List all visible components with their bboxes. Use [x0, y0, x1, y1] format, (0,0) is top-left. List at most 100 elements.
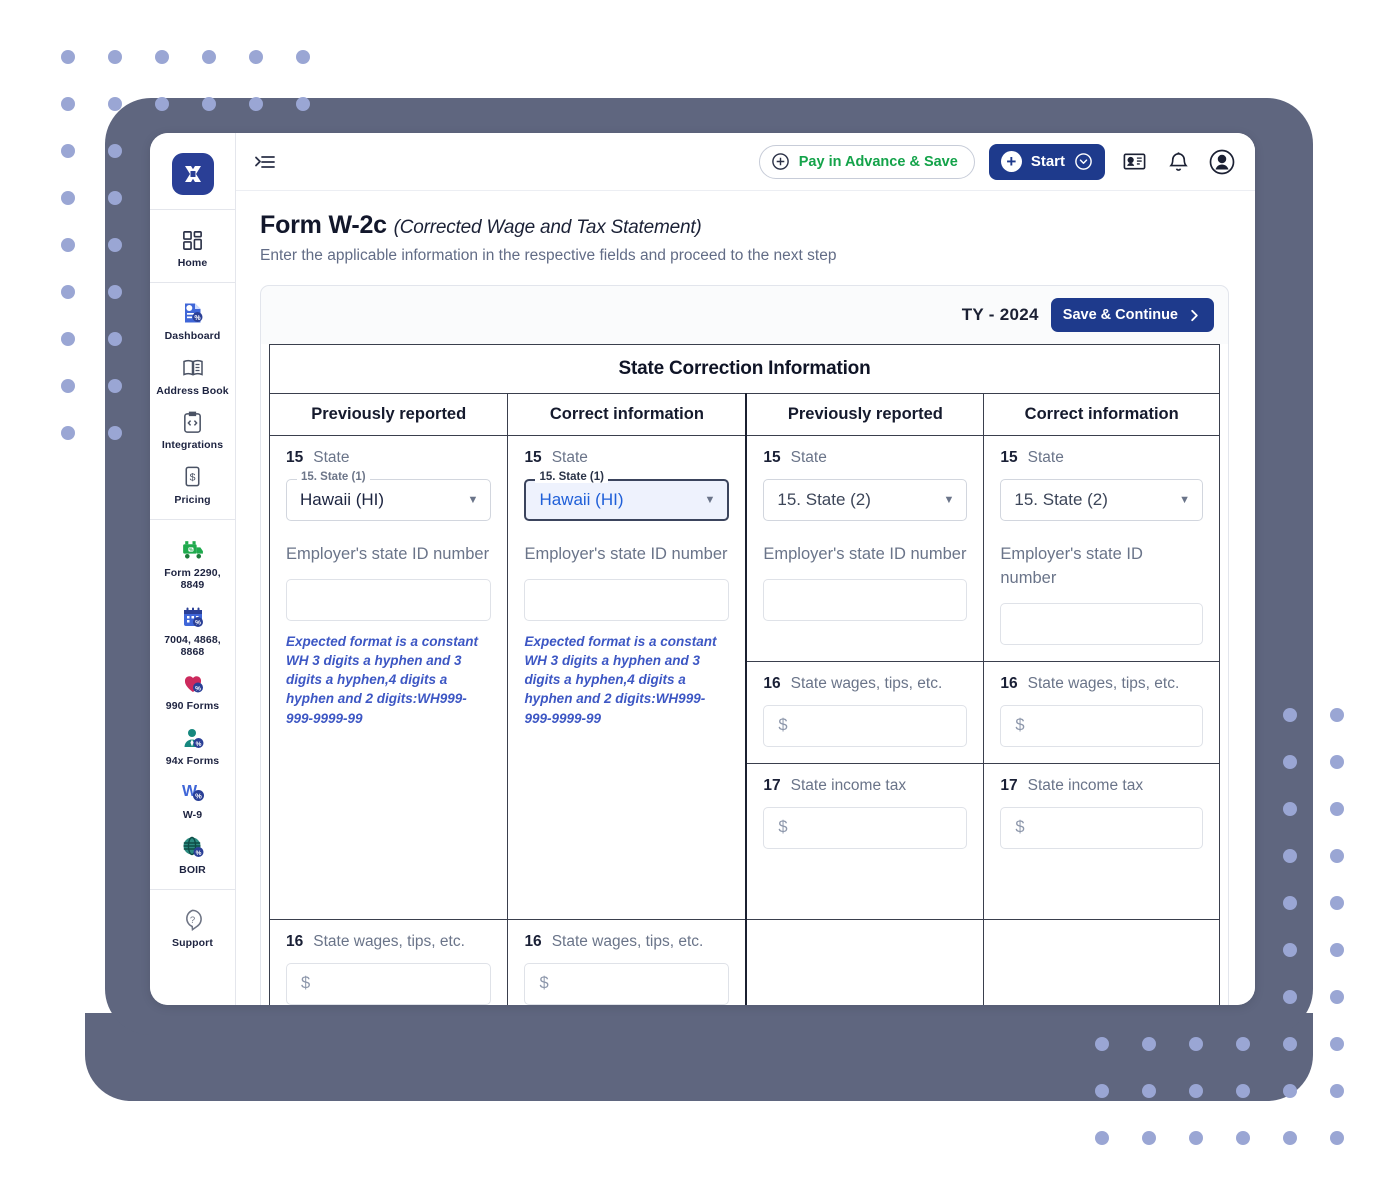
- state-select-prev-2[interactable]: 15. State (2) ▼: [763, 479, 968, 521]
- wages-row-left: 16 State wages, tips, etc. $ 16 State wa…: [268, 918, 1220, 1005]
- decorative-dot: [1330, 1084, 1344, 1098]
- sidebar-item-boir[interactable]: % BOIR: [150, 827, 235, 881]
- sidebar-item-dashboard[interactable]: % Dashboard: [150, 293, 235, 347]
- field-number: 16: [524, 932, 542, 950]
- state-wages-input-3[interactable]: $: [763, 704, 968, 747]
- sidebar-item-label: 94x Forms: [165, 754, 220, 767]
- sidebar-item-pricing[interactable]: $ Pricing: [150, 457, 235, 511]
- cell-correct-1-state: 15 State 15. State (1) Hawaii (HI) ▼ Emp…: [507, 435, 747, 920]
- cell-prev-2-tax: 17 State income tax $: [745, 762, 985, 920]
- sidebar-item-label: Form 2290, 8849: [164, 566, 221, 592]
- state-select-correct-1[interactable]: Hawaii (HI) ▼: [524, 479, 730, 521]
- code-clipboard-icon: [180, 409, 206, 435]
- sidebar-item-home[interactable]: Home: [150, 220, 235, 274]
- field-number: 15: [286, 449, 304, 466]
- sidebar-item-94x-forms[interactable]: % 94x Forms: [150, 718, 235, 772]
- decorative-dot: [61, 285, 75, 299]
- person-tie-icon: %: [180, 725, 206, 751]
- field-number: 17: [1000, 776, 1018, 794]
- state-tax-input-3[interactable]: $: [763, 806, 968, 849]
- plus-circle-icon: [771, 152, 790, 171]
- sidebar-item-label: Dashboard: [164, 330, 221, 343]
- cell-correct-2-tax: 17 State income tax $: [983, 762, 1220, 920]
- dropdown-caret-icon: ▼: [467, 493, 479, 506]
- chevron-down-circle-icon[interactable]: [1074, 152, 1093, 171]
- pay-in-advance-label: Pay in Advance & Save: [798, 153, 958, 170]
- employer-id-label-2: Employer's state ID number: [524, 545, 728, 563]
- svg-text:%: %: [195, 686, 201, 693]
- sidebar-item-form-2290[interactable]: % Form 2290, 8849: [150, 530, 235, 597]
- decorative-dot: [1330, 1131, 1344, 1145]
- field-label: State income tax: [1027, 776, 1144, 794]
- sidebar-item-support[interactable]: ? Support: [150, 900, 235, 954]
- sidebar-item-label: Home: [177, 257, 208, 269]
- page-description: Enter the applicable information in the …: [260, 247, 837, 264]
- save-and-continue-button[interactable]: Save & Continue: [1050, 298, 1214, 332]
- field-header: 16 State wages, tips, etc.: [1000, 675, 1203, 693]
- dropdown-caret-icon: ▼: [943, 493, 955, 506]
- sidebar-item-7004[interactable]: % 7004, 4868, 8868: [150, 597, 235, 664]
- column-header-prev-1: Previously reported: [268, 393, 509, 436]
- cell-prev-2-wages: 16 State wages, tips, etc. $: [745, 660, 985, 764]
- cell-correct-1-wages: 16 State wages, tips, etc. $: [507, 918, 747, 1005]
- state-tax-input-4[interactable]: $: [1000, 806, 1203, 849]
- panel-header: TY - 2024 Save & Continue: [261, 286, 1228, 344]
- account-circle-icon[interactable]: [1207, 147, 1237, 177]
- page-title-subtitle: (Corrected Wage and Tax Statement): [393, 217, 702, 238]
- currency-prefix: $: [539, 974, 549, 993]
- state-correction-table: State Correction Information Previously …: [268, 344, 1220, 1005]
- decorative-dot: [108, 50, 122, 64]
- field-number: 16: [763, 674, 781, 692]
- dashboard-doc-icon: %: [180, 300, 206, 326]
- sidebar-item-label: W-9: [182, 809, 203, 822]
- state-select-value: Hawaii (HI): [539, 490, 624, 509]
- field-header: 17 State income tax: [763, 777, 967, 795]
- w9-icon: W %: [180, 779, 206, 805]
- page-content: Form W-2c (Corrected Wage and Tax Statem…: [236, 191, 1255, 1005]
- state-wages-input-4[interactable]: $: [1000, 704, 1203, 747]
- svg-text:%: %: [189, 548, 193, 553]
- svg-text:%: %: [195, 849, 201, 856]
- state-wages-input-1[interactable]: $: [286, 962, 492, 1005]
- start-button[interactable]: + Start: [988, 143, 1105, 180]
- tax-year-label: TY - 2024: [961, 305, 1039, 324]
- bell-icon[interactable]: [1163, 147, 1193, 177]
- dropdown-caret-icon: ▼: [704, 493, 716, 506]
- currency-prefix: $: [1015, 716, 1025, 735]
- app-logo[interactable]: [171, 153, 214, 195]
- state-select-correct-2[interactable]: 15. State (2) ▼: [1000, 479, 1203, 521]
- employer-id-input-1[interactable]: [286, 578, 492, 621]
- question-icon: ?: [180, 907, 206, 933]
- column-header-correct-2: Correct information: [983, 393, 1220, 436]
- employer-id-input-2[interactable]: [524, 578, 730, 621]
- state-select-prev-1[interactable]: Hawaii (HI) ▼: [286, 479, 492, 521]
- decorative-dot: [1330, 708, 1344, 722]
- collapse-menu-icon[interactable]: [252, 149, 278, 175]
- decorative-dot: [61, 379, 75, 393]
- select-legend: 15. State (1): [297, 471, 370, 483]
- grid-icon: [180, 227, 206, 253]
- employer-id-input-3[interactable]: [763, 578, 968, 621]
- pay-in-advance-button[interactable]: Pay in Advance & Save: [758, 144, 975, 179]
- state-wages-input-2[interactable]: $: [524, 962, 730, 1005]
- page-title: Form W-2c (Corrected Wage and Tax Statem…: [260, 211, 1229, 240]
- sidebar-item-address-book[interactable]: Address Book: [150, 348, 235, 402]
- currency-prefix: $: [778, 716, 788, 735]
- svg-text:$: $: [190, 471, 196, 483]
- price-tag-icon: $: [180, 464, 206, 490]
- sidebar-item-990-forms[interactable]: % 990 Forms: [150, 663, 235, 717]
- sidebar-item-w9[interactable]: W % W-9: [150, 772, 235, 826]
- svg-text:%: %: [195, 792, 202, 801]
- sidebar-group-support: ? Support: [150, 888, 235, 962]
- decorative-dot: [1236, 1131, 1250, 1145]
- sidebar-item-label: Integrations: [161, 439, 224, 452]
- plus-circle-filled-icon: +: [1000, 151, 1022, 172]
- main-area: Pay in Advance & Save + Start Form W-2c …: [236, 133, 1255, 1005]
- contact-card-icon[interactable]: [1119, 147, 1149, 177]
- employer-id-input-4[interactable]: [1000, 602, 1203, 645]
- sidebar-item-integrations[interactable]: Integrations: [150, 402, 235, 456]
- column-header-correct-1: Correct information: [507, 393, 747, 436]
- cell-prev-1-wages: 16 State wages, tips, etc. $: [268, 918, 509, 1005]
- currency-prefix: $: [1015, 818, 1025, 837]
- field-header: 15 State: [524, 449, 729, 467]
